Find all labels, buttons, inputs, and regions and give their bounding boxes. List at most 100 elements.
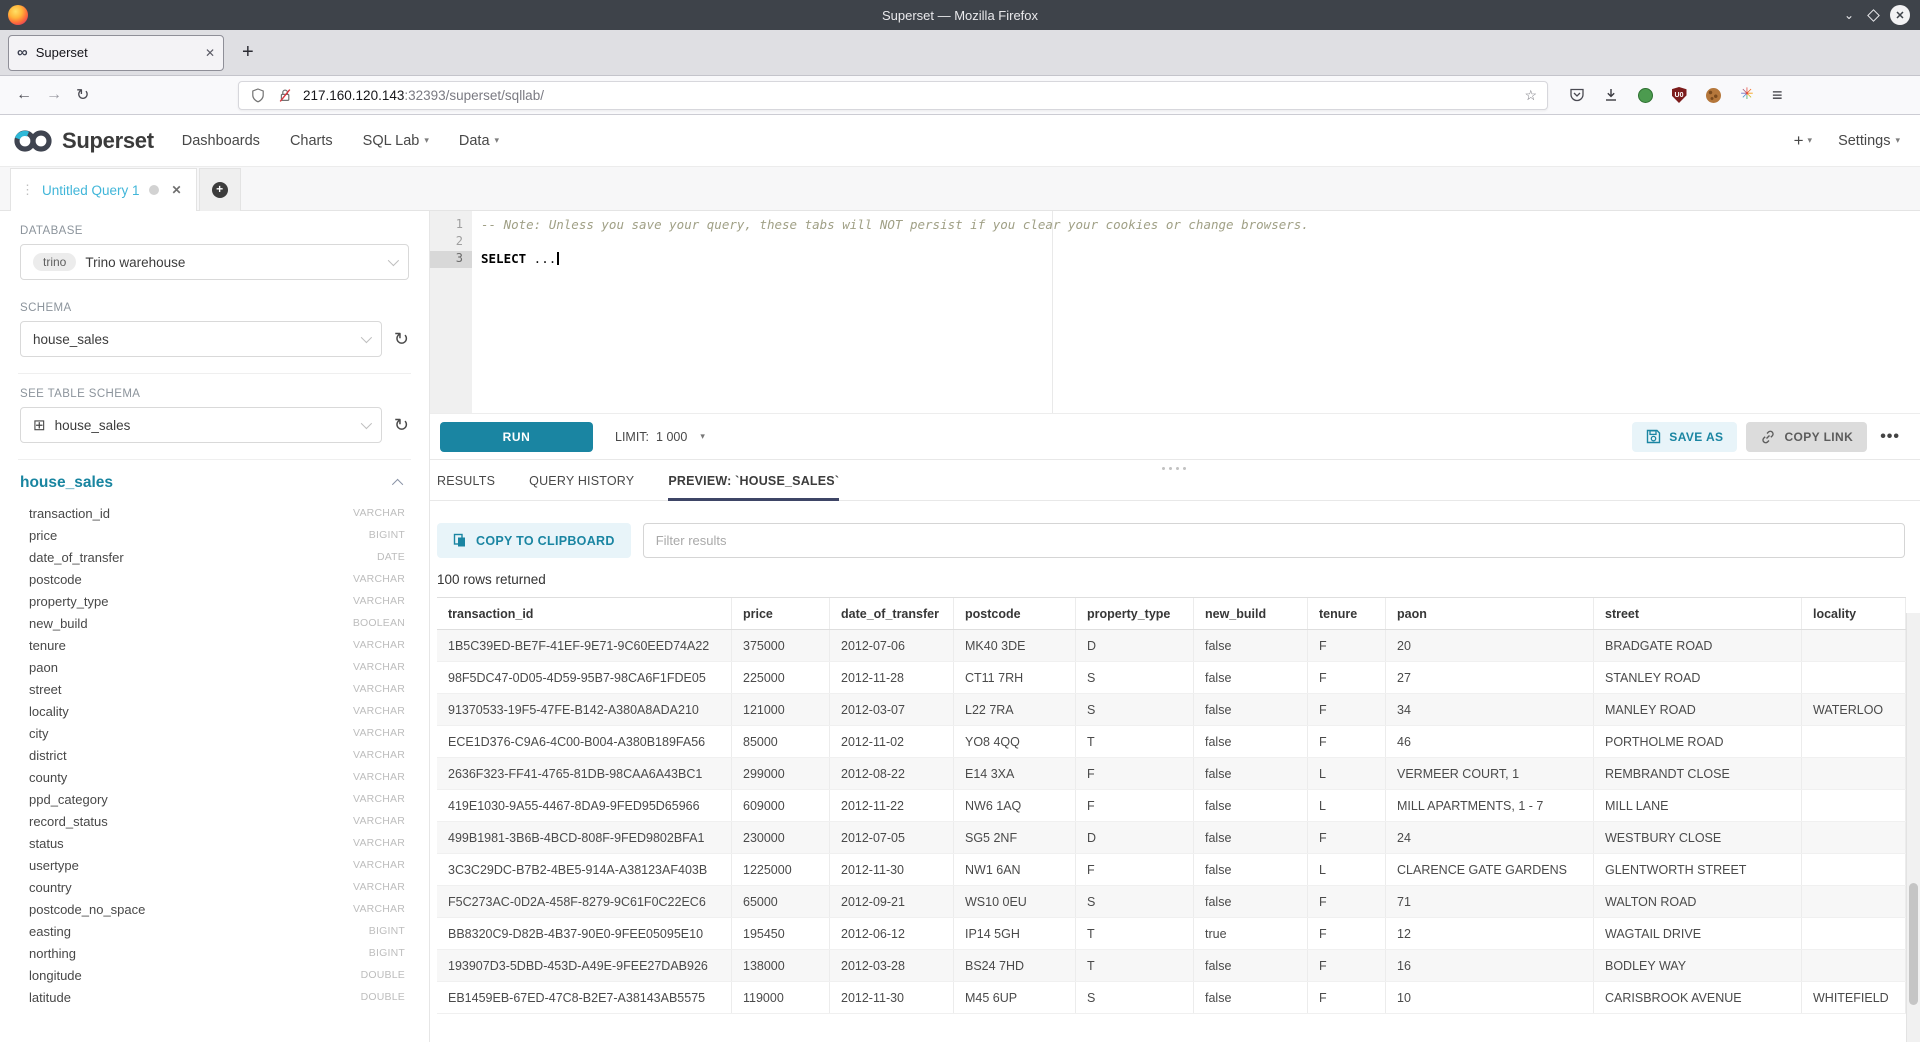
table-header-cell[interactable]: date_of_transfer: [830, 598, 954, 629]
table-header-cell[interactable]: locality: [1802, 598, 1906, 629]
menu-hamburger-icon[interactable]: ≡: [1772, 85, 1783, 106]
schema-column-row: postcode_no_spaceVARCHAR: [20, 898, 409, 920]
bookmark-star-icon[interactable]: ☆: [1524, 87, 1537, 104]
pocket-icon[interactable]: [1568, 86, 1586, 104]
column-name: new_build: [29, 616, 88, 631]
results-tab-preview[interactable]: PREVIEW: `HOUSE_SALES`: [668, 474, 839, 500]
column-type: VARCHAR: [353, 749, 405, 761]
left-panel: DATABASE trino Trino warehouse SCHEMA ho…: [0, 211, 430, 1042]
table-header-cell[interactable]: tenure: [1308, 598, 1386, 629]
vertical-scrollbar[interactable]: [1906, 613, 1920, 1042]
extension-asterisk-icon[interactable]: ✳: [1738, 86, 1756, 104]
table-cell: F: [1308, 886, 1386, 917]
table-header-cell[interactable]: new_build: [1194, 598, 1308, 629]
column-type: VARCHAR: [353, 837, 405, 849]
add-new-menu[interactable]: +▾: [1794, 131, 1812, 151]
table-cell: 419E1030-9A55-4467-8DA9-9FED95D65966: [437, 790, 732, 821]
url-bar[interactable]: 217.160.120.143:32393/superset/sqllab/ ☆: [238, 81, 1548, 110]
results-pane: RESULTS QUERY HISTORY PREVIEW: `HOUSE_SALE…: [430, 459, 1920, 1042]
schema-column-row: tenureVARCHAR: [20, 634, 409, 656]
table-header-cell[interactable]: property_type: [1076, 598, 1194, 629]
table-cell: SG5 2NF: [954, 822, 1076, 853]
table-select[interactable]: ⊞ house_sales: [20, 407, 382, 443]
column-name: record_status: [29, 814, 108, 829]
query-tab-close-icon[interactable]: ✕: [172, 183, 182, 197]
table-cell: 2012-07-05: [830, 822, 954, 853]
forward-icon[interactable]: →: [46, 86, 62, 104]
settings-menu[interactable]: Settings▾: [1838, 133, 1900, 149]
database-label: DATABASE: [20, 225, 409, 237]
tracking-shield-icon[interactable]: [249, 86, 267, 104]
drag-grip-icon[interactable]: ⋮: [21, 182, 33, 198]
results-tab-query-history[interactable]: QUERY HISTORY: [529, 474, 634, 500]
filter-results-input[interactable]: [643, 523, 1905, 558]
limit-dropdown[interactable]: LIMIT: 1 000 ▾: [615, 430, 705, 444]
table-header-cell[interactable]: postcode: [954, 598, 1076, 629]
table-cell: 121000: [732, 694, 830, 725]
nav-item-dashboards[interactable]: Dashboards: [182, 133, 260, 149]
copy-link-button[interactable]: COPY LINK: [1746, 422, 1867, 452]
table-cell: false: [1194, 662, 1308, 693]
schema-column-row: cityVARCHAR: [20, 722, 409, 744]
ublock-origin-icon[interactable]: U0: [1670, 86, 1688, 104]
table-cell: 20: [1386, 630, 1594, 661]
save-as-button[interactable]: SAVE AS: [1632, 422, 1737, 452]
extension-privacy-icon[interactable]: [1636, 86, 1654, 104]
database-select[interactable]: trino Trino warehouse: [20, 244, 409, 280]
copy-to-clipboard-button[interactable]: COPY TO CLIPBOARD: [437, 523, 631, 558]
new-tab-button[interactable]: +: [242, 41, 254, 64]
schema-column-row: status VARCHAR: [20, 832, 409, 854]
maximize-icon[interactable]: [1867, 9, 1880, 22]
more-options-icon[interactable]: •••: [1876, 428, 1904, 446]
url-host: 217.160.120.143: [303, 88, 404, 103]
resize-handle-icon[interactable]: [1160, 465, 1190, 473]
collapse-chevron-icon[interactable]: [392, 479, 403, 490]
table-cell: NW6 1AQ: [954, 790, 1076, 821]
table-cell: F: [1308, 982, 1386, 1013]
results-controls: COPY TO CLIPBOARD: [437, 523, 1905, 558]
table-header-cell[interactable]: paon: [1386, 598, 1594, 629]
nav-item-sql-lab[interactable]: SQL Lab▾: [363, 133, 429, 149]
browser-tab-superset[interactable]: ∞ Superset ✕: [8, 35, 224, 71]
table-cell: 375000: [732, 630, 830, 661]
tab-close-icon[interactable]: ✕: [205, 46, 215, 60]
table-cell: [1802, 950, 1906, 981]
downloads-icon[interactable]: [1602, 86, 1620, 104]
table-cell: PORTHOLME ROAD: [1594, 726, 1802, 757]
refresh-table-icon[interactable]: ↻: [394, 416, 409, 434]
add-query-tab-button[interactable]: +: [199, 168, 241, 211]
table-cell: [1802, 854, 1906, 885]
table-header-cell[interactable]: transaction_id: [437, 598, 732, 629]
table-header-cell[interactable]: price: [732, 598, 830, 629]
table-cell: F: [1308, 950, 1386, 981]
schema-select[interactable]: house_sales: [20, 321, 382, 357]
table-row: 419E1030-9A55-4467-8DA9-9FED95D659666090…: [437, 790, 1906, 822]
table-cell: 609000: [732, 790, 830, 821]
column-name: price: [29, 528, 57, 543]
close-window-icon[interactable]: ✕: [1890, 5, 1910, 25]
editor-toolbar: RUN LIMIT: 1 000 ▾ SAVE AS COPY LINK ••: [430, 413, 1920, 459]
schema-column-row: countryVARCHAR: [20, 876, 409, 898]
run-button[interactable]: RUN: [440, 422, 593, 452]
scrollbar-thumb[interactable]: [1909, 883, 1918, 1005]
table-cell: 2012-11-30: [830, 854, 954, 885]
refresh-schema-icon[interactable]: ↻: [394, 330, 409, 348]
table-header-cell[interactable]: street: [1594, 598, 1802, 629]
query-tab-untitled[interactable]: ⋮ Untitled Query 1 ✕: [10, 168, 197, 211]
sql-editor[interactable]: 123 -- Note: Unless you save your query,…: [430, 211, 1920, 413]
editor-code[interactable]: -- Note: Unless you save your query, the…: [472, 211, 1920, 268]
nav-item-charts[interactable]: Charts: [290, 133, 333, 149]
minimize-icon[interactable]: ⌄: [1841, 8, 1857, 22]
cookie-extension-icon[interactable]: [1704, 86, 1722, 104]
table-cell: F: [1308, 694, 1386, 725]
nav-item-data[interactable]: Data▾: [459, 133, 499, 149]
reload-icon[interactable]: ↻: [76, 85, 89, 105]
table-cell: false: [1194, 790, 1308, 821]
column-name: ppd_category: [29, 792, 108, 807]
insecure-lock-icon[interactable]: [276, 86, 294, 104]
column-name: status: [29, 836, 64, 851]
back-icon[interactable]: ←: [16, 86, 32, 104]
superset-brand[interactable]: Superset: [12, 127, 154, 155]
results-tab-results[interactable]: RESULTS: [437, 474, 495, 500]
url-path: :32393/superset/sqllab/: [404, 88, 544, 103]
